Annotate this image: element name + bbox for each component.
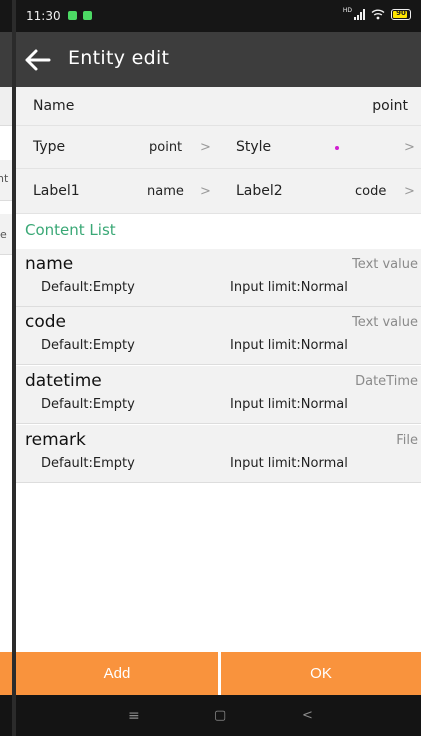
add-button[interactable]: Add bbox=[16, 652, 218, 695]
list-item[interactable]: remark File Default:Empty Input limit:No… bbox=[16, 425, 421, 483]
menu-icon[interactable]: ≡ bbox=[128, 708, 140, 724]
list-item-name: datetime bbox=[25, 371, 102, 391]
app-notification-icon bbox=[68, 11, 77, 20]
signal-icon bbox=[354, 8, 365, 20]
style-label-text: Style bbox=[236, 139, 272, 155]
label1-value: name bbox=[147, 169, 184, 213]
list-item-type: DateTime bbox=[355, 374, 418, 389]
label2-label-text: Label2 bbox=[236, 183, 283, 199]
type-label: Type bbox=[33, 126, 65, 168]
back-nav-icon[interactable]: < bbox=[302, 708, 313, 723]
style-chevron: > bbox=[404, 139, 415, 155]
background-text-fragment: le bbox=[0, 228, 7, 241]
status-icons: HD 90 bbox=[342, 6, 411, 20]
toolbar: Entity edit bbox=[16, 32, 421, 87]
label2-value: code bbox=[355, 169, 386, 213]
list-item-type: File bbox=[396, 433, 418, 448]
label1-label: Label1 bbox=[33, 169, 80, 213]
label2-label: Label2 bbox=[236, 169, 283, 213]
name-value-text: point bbox=[372, 98, 408, 114]
name-label: Name bbox=[33, 87, 74, 125]
ok-button[interactable]: OK bbox=[221, 652, 421, 695]
background-button bbox=[0, 652, 12, 695]
list-item-name: code bbox=[25, 312, 66, 332]
list-item-limit: Input limit:Normal bbox=[230, 456, 348, 471]
list-item-default: Default:Empty bbox=[41, 397, 135, 412]
list-item-name: remark bbox=[25, 430, 86, 450]
type-chevron: > bbox=[200, 139, 211, 155]
type-value: point bbox=[149, 126, 182, 168]
background-screen: nt le bbox=[0, 0, 12, 736]
arrow-left-icon bbox=[25, 49, 51, 71]
label2-value-text: code bbox=[355, 183, 387, 199]
type-value-text: point bbox=[149, 139, 183, 155]
wifi-icon bbox=[371, 9, 385, 20]
list-item-name: name bbox=[25, 254, 74, 274]
chevron-right-icon: > bbox=[404, 126, 415, 168]
label1-field[interactable]: Label1 name > bbox=[16, 169, 218, 213]
list-item-type: Text value bbox=[352, 315, 418, 330]
name-row[interactable]: Name point bbox=[16, 87, 421, 126]
home-icon[interactable]: ▢ bbox=[214, 708, 226, 723]
list-item[interactable]: code Text value Default:Empty Input limi… bbox=[16, 307, 421, 365]
label1-chevron: > bbox=[200, 183, 211, 199]
type-label-text: Type bbox=[33, 139, 66, 155]
chevron-right-icon: > bbox=[200, 169, 211, 213]
name-label-text: Name bbox=[33, 98, 75, 114]
list-item-default: Default:Empty bbox=[41, 456, 135, 471]
background-nav-bar bbox=[0, 695, 12, 736]
background-toolbar bbox=[0, 32, 12, 87]
label2-field[interactable]: Label2 code > bbox=[218, 169, 421, 213]
label1-label-text: Label1 bbox=[33, 183, 80, 199]
type-style-row: Type point > Style > bbox=[16, 126, 421, 169]
list-item[interactable]: name Text value Default:Empty Input limi… bbox=[16, 249, 421, 307]
page-title: Entity edit bbox=[68, 47, 170, 69]
name-value: point bbox=[372, 87, 408, 125]
list-item-default: Default:Empty bbox=[41, 338, 135, 353]
list-item[interactable]: datetime DateTime Default:Empty Input li… bbox=[16, 366, 421, 424]
app-notification-icon bbox=[83, 11, 92, 20]
status-bar: 11:30 HD 90 bbox=[16, 0, 421, 32]
status-time: 11:30 bbox=[26, 9, 61, 23]
battery-icon: 90 bbox=[391, 8, 411, 20]
content-list-title: Content List bbox=[25, 221, 116, 239]
background-row bbox=[0, 87, 12, 126]
style-field[interactable]: Style > bbox=[218, 126, 421, 168]
hd-label: HD bbox=[342, 6, 352, 14]
background-text-fragment: nt bbox=[0, 172, 9, 185]
list-item-limit: Input limit:Normal bbox=[230, 338, 348, 353]
label2-chevron: > bbox=[404, 183, 415, 199]
list-item-default: Default:Empty bbox=[41, 280, 135, 295]
label-row: Label1 name > Label2 code > bbox=[16, 169, 421, 214]
list-item-limit: Input limit:Normal bbox=[230, 280, 348, 295]
chevron-right-icon: > bbox=[200, 126, 211, 168]
label1-value-text: name bbox=[147, 183, 184, 199]
system-nav-bar: ≡ ▢ < bbox=[16, 695, 421, 736]
type-field[interactable]: Type point > bbox=[16, 126, 218, 168]
list-item-limit: Input limit:Normal bbox=[230, 397, 348, 412]
chevron-right-icon: > bbox=[404, 169, 415, 213]
entity-edit-panel: 11:30 HD 90 Entity edit Name point Type … bbox=[16, 0, 421, 736]
battery-text: 90 bbox=[396, 8, 406, 17]
background-status-bar bbox=[0, 0, 12, 32]
style-label: Style bbox=[236, 126, 271, 168]
list-item-type: Text value bbox=[352, 257, 418, 272]
style-color-dot bbox=[335, 146, 339, 150]
back-button[interactable] bbox=[22, 44, 54, 76]
